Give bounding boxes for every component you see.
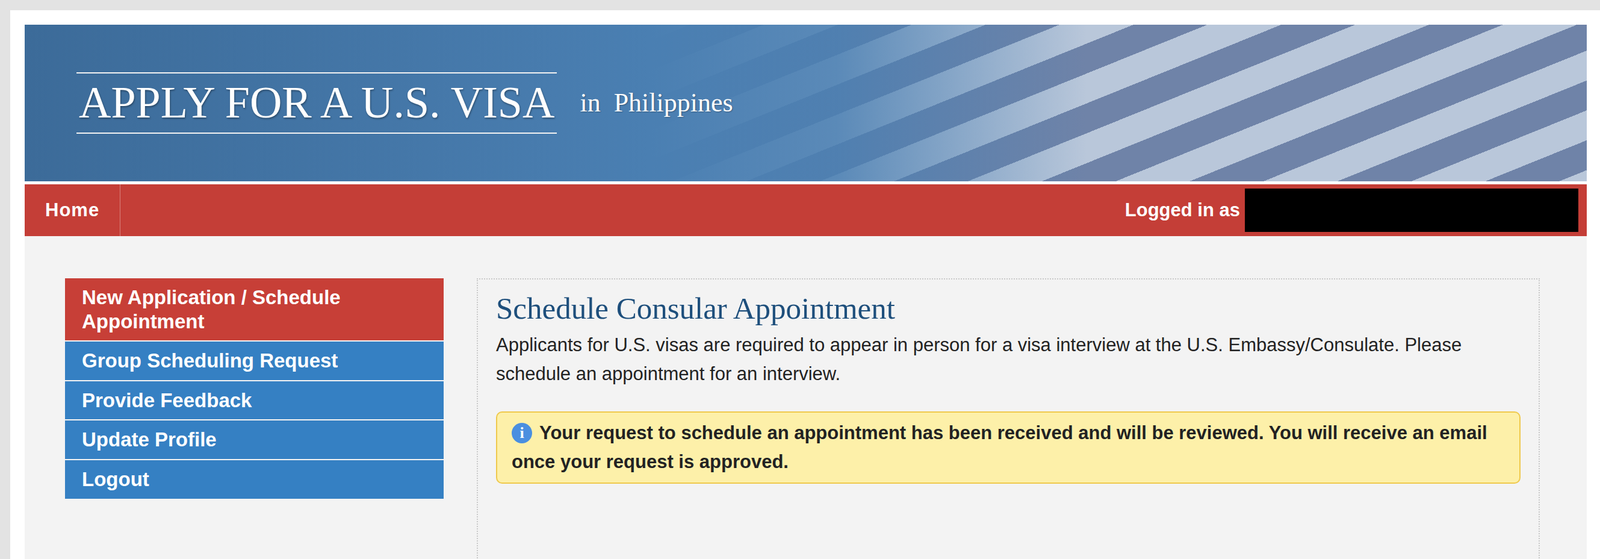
location-label: in Philippines [579, 83, 733, 123]
intro-text: Applicants for U.S. visas are required t… [496, 330, 1521, 389]
main-panel: Schedule Consular AppointmentApplicants … [476, 278, 1540, 559]
info-icon: i [511, 422, 533, 444]
sidebar-item[interactable]: New Application / Schedule Appointment [65, 278, 444, 341]
user-label: Logged in as [1125, 196, 1241, 225]
sidebar: New Application / Schedule AppointmentGr… [65, 278, 444, 499]
page-title: Schedule Consular Appointment [496, 290, 1521, 327]
sidebar-item[interactable]: Group Scheduling Request [65, 341, 444, 380]
sidebar-item[interactable]: Update Profile [65, 420, 444, 459]
home-link[interactable]: Home [24, 184, 121, 236]
sidebar-item[interactable]: Logout [65, 459, 444, 499]
user-info: Logged in as [1125, 184, 1587, 236]
top-nav: Home Logged in as [24, 184, 1587, 236]
content-area: New Application / Schedule AppointmentGr… [24, 235, 1587, 559]
status-alert: iYour request to schedule an appointment… [496, 411, 1521, 484]
site-title: APPLY FOR A U.S. VISA [76, 72, 557, 134]
alert-text: Your request to schedule an appointment … [511, 421, 1488, 472]
redacted-user [1244, 188, 1579, 232]
header-banner: APPLY FOR A U.S. VISA in Philippines [24, 24, 1587, 182]
sidebar-item[interactable]: Provide Feedback [65, 381, 444, 420]
page: APPLY FOR A U.S. VISA in Philippines Home L… [10, 10, 1600, 559]
